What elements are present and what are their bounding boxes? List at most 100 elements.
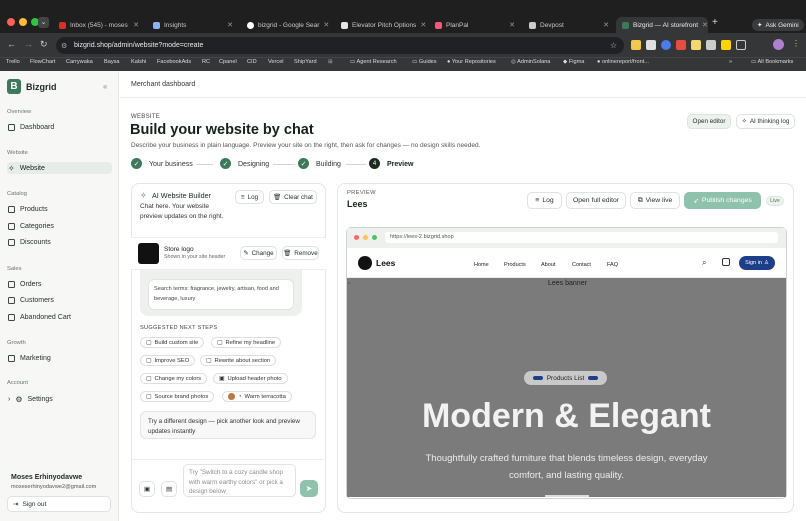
back-icon[interactable]: ← (7, 39, 16, 49)
tab-search-icon[interactable]: ⌄ (38, 17, 49, 28)
sidebar-item-customers[interactable]: Customers (7, 294, 112, 306)
bookmarks-overflow-icon[interactable]: » (729, 59, 732, 65)
attach-file-button[interactable]: ▤ (161, 481, 177, 497)
browser-tab[interactable]: Elevator Pitch Options ✕ (335, 17, 427, 33)
close-tab-icon[interactable]: ✕ (509, 21, 515, 29)
bookmark-folder[interactable]: ▭ Guides (412, 59, 437, 65)
close-tab-icon[interactable]: ✕ (323, 21, 329, 29)
suggestion-chip[interactable]: ▢ Improve SEO (140, 355, 196, 366)
bookmark-folder[interactable]: ▭ Agent Research (350, 59, 397, 65)
design-suggestion-card[interactable]: Try a different design — pick another lo… (140, 411, 316, 439)
suggestion-chip[interactable]: ▢ Build custom site (140, 337, 205, 348)
bookmark-item[interactable]: Kalshi (131, 59, 146, 65)
suggestion-chip[interactable]: ▢ Refine my headline (211, 337, 282, 348)
browser-menu-icon[interactable]: ⋮ (792, 39, 800, 48)
bookmark-item[interactable]: FlowChart (30, 59, 56, 65)
builder-log-button[interactable]: ≡ Log (235, 190, 264, 204)
bookmark-item[interactable]: Baysa (104, 59, 120, 65)
bookmark-item[interactable]: Carrywaka (66, 59, 93, 65)
bookmark-item[interactable]: ◎ AdminSolana (511, 59, 550, 65)
site-nav-about[interactable]: About (541, 262, 555, 268)
suggestion-chip[interactable]: ▢ Change my colors (140, 373, 208, 384)
collapse-sidebar-icon[interactable]: « (103, 82, 107, 91)
suggestion-chip[interactable]: ▢ Source brand photos (140, 391, 215, 402)
close-tab-icon[interactable]: ✕ (227, 21, 233, 29)
ai-thinking-log-button[interactable]: ✧ AI thinking log (736, 114, 795, 129)
site-nav-home[interactable]: Home (474, 262, 489, 268)
bookmark-item[interactable]: Cpanel (219, 59, 237, 65)
preview-log-button[interactable]: ≡ Log (527, 192, 562, 209)
bookmark-star-icon[interactable]: ☆ (610, 41, 617, 50)
browser-tab[interactable]: PlanPal ✕ (429, 17, 521, 33)
broken-image-icon: ▫ (348, 280, 351, 287)
forward-icon[interactable]: → (24, 39, 33, 49)
site-cart-icon[interactable] (722, 258, 730, 266)
sidebar-item-abandoned-cart[interactable]: Abandoned Cart (7, 311, 112, 323)
minimize-window-dot[interactable] (19, 18, 27, 26)
remove-logo-button[interactable]: 🗑 Remove (282, 246, 319, 260)
new-tab-button[interactable]: + (712, 17, 718, 28)
bookmark-item[interactable]: CID (247, 59, 257, 65)
browser-tab[interactable]: Inbox (545) - moses ✕ (53, 17, 145, 33)
address-bar[interactable]: ⚙ bizgrid.shop/admin/website?mode=create ☆ (56, 37, 624, 54)
suggestion-chip[interactable]: ▣ Upload header photo (213, 373, 288, 384)
chat-icon: ▢ (217, 339, 223, 346)
extension-icon[interactable] (631, 40, 641, 50)
browser-tab-active[interactable]: Bizgrid — AI storefront ✕ (616, 17, 708, 33)
apps-grid-icon[interactable]: ⊞ (328, 59, 333, 65)
suggestion-chip[interactable]: ▢ Rewrite about section (200, 355, 277, 366)
open-editor-button[interactable]: Open editor (687, 114, 731, 129)
open-full-editor-button[interactable]: Open full editor (566, 192, 626, 209)
site-info-icon[interactable]: ⚙ (61, 42, 67, 50)
sidebar-item-discounts[interactable]: Discounts (7, 236, 112, 248)
extension-icon[interactable] (691, 40, 701, 50)
close-tab-icon[interactable]: ✕ (420, 21, 426, 29)
browser-tab[interactable]: Devpost ✕ (523, 17, 615, 33)
site-nav-faq[interactable]: FAQ (607, 262, 618, 268)
send-button[interactable]: ➤ (300, 480, 318, 497)
all-bookmarks-folder[interactable]: ▭ All Bookmarks (751, 59, 793, 65)
sidebar-item-dashboard[interactable]: Dashboard (7, 121, 112, 133)
profile-avatar[interactable] (773, 39, 784, 50)
bookmark-item[interactable]: ● Your Repositories (447, 59, 496, 65)
bookmark-item[interactable]: Vercel (268, 59, 284, 65)
bookmark-item[interactable]: ● onlinereport/front... (597, 59, 649, 65)
sidebar-item-settings[interactable]: › ⚙ Settings (7, 393, 112, 405)
close-window-dot[interactable] (7, 18, 15, 26)
site-sign-in-button[interactable]: Sign in ♙ (739, 256, 775, 270)
ask-gemini-button[interactable]: ✦ Ask Gemini (752, 19, 804, 31)
bookmark-item[interactable]: FacebookAds (157, 59, 191, 65)
extension-icon[interactable] (661, 40, 671, 50)
bookmark-item[interactable]: ◆ Figma (563, 59, 584, 65)
clear-chat-button[interactable]: 🗑 Clear chat (269, 190, 317, 204)
sidebar-item-products[interactable]: Products (7, 203, 112, 215)
view-live-button[interactable]: ⧉ View live (630, 192, 680, 209)
reload-icon[interactable]: ↻ (40, 39, 48, 50)
change-logo-button[interactable]: ✎ Change (240, 246, 277, 260)
extension-icon[interactable] (721, 40, 731, 50)
extension-icon[interactable] (706, 40, 716, 50)
color-suggestion-chip[interactable]: ◔ Warm terracotta (222, 391, 292, 402)
attach-image-button[interactable]: ▣ (139, 481, 155, 497)
site-nav-contact[interactable]: Contact (572, 262, 591, 268)
extension-icon[interactable] (676, 40, 686, 50)
close-tab-icon[interactable]: ✕ (702, 21, 708, 29)
extension-icon[interactable] (646, 40, 656, 50)
site-search-icon[interactable]: ⌕ (702, 258, 706, 268)
bookmark-item[interactable]: RC (202, 59, 210, 65)
sidebar-item-orders[interactable]: Orders (7, 278, 112, 290)
close-tab-icon[interactable]: ✕ (603, 21, 609, 29)
sign-out-button[interactable]: ⇥ Sign out (7, 496, 111, 512)
puzzle-icon[interactable] (736, 40, 746, 50)
chat-input[interactable]: Try "Switch to a cozy candle shop with w… (183, 464, 296, 497)
browser-tab[interactable]: Insights ✕ (147, 17, 239, 33)
close-tab-icon[interactable]: ✕ (133, 21, 139, 29)
sidebar-item-marketing[interactable]: Marketing (7, 352, 112, 364)
site-nav-products[interactable]: Products (504, 262, 526, 268)
sidebar-item-website[interactable]: ✧ Website (7, 162, 112, 174)
browser-tab[interactable]: bizgrid - Google Sear ✕ (241, 17, 333, 33)
publish-changes-button[interactable]: ➶ Publish changes (684, 192, 761, 209)
bookmark-item[interactable]: Trello (6, 59, 20, 65)
bookmark-item[interactable]: ShipYard (294, 59, 317, 65)
sidebar-item-categories[interactable]: Categories (7, 220, 112, 232)
